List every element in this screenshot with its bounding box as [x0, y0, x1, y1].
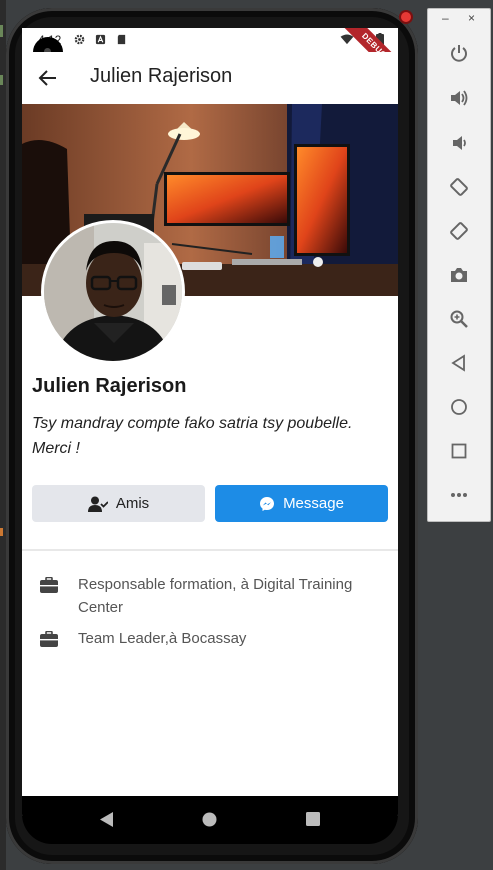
messenger-icon [260, 496, 275, 511]
home-icon[interactable] [445, 393, 473, 421]
profile-avatar[interactable] [41, 220, 185, 364]
message-button-label: Message [283, 495, 344, 512]
briefcase-icon [40, 577, 58, 593]
nav-overview-icon[interactable] [306, 812, 320, 826]
rotate-left-icon[interactable] [445, 173, 473, 201]
user-check-icon [87, 496, 108, 512]
nav-home-icon[interactable] [202, 812, 217, 827]
message-button[interactable]: Message [215, 485, 388, 522]
back-icon[interactable] [445, 349, 473, 377]
record-indicator [401, 12, 411, 22]
arrow-left-icon[interactable] [36, 66, 60, 90]
app-bar: Julien Rajerison [22, 52, 398, 104]
sd-card-icon [117, 34, 126, 45]
volume-up-icon[interactable] [445, 84, 473, 112]
gear-icon [74, 34, 85, 45]
system-nav-bar [22, 796, 398, 844]
code-gutter-mark [0, 75, 3, 85]
page-title: Julien Rajerison [90, 65, 233, 87]
zoom-icon[interactable] [445, 305, 473, 333]
profile-bio: Tsy mandray compte fako satria tsy poube… [32, 415, 353, 457]
minimize-icon[interactable]: – [442, 11, 449, 25]
close-icon[interactable]: × [468, 11, 475, 25]
status-bar: 4:12 DEBUG [22, 28, 398, 85]
info-text: Responsable formation, à Digital Trainin… [78, 576, 353, 616]
app-screen: 4:12 DEBUG [22, 28, 398, 816]
more-icon[interactable] [445, 481, 473, 509]
power-icon[interactable] [445, 39, 473, 67]
camera-icon[interactable] [445, 261, 473, 289]
volume-down-icon[interactable] [445, 129, 473, 157]
overview-icon[interactable] [445, 437, 473, 465]
rotate-right-icon[interactable] [445, 217, 473, 245]
phone-frame: 4:12 DEBUG [6, 8, 418, 864]
font-icon [95, 34, 106, 45]
code-gutter-mark [0, 25, 3, 37]
profile-name: Julien Rajerison [32, 375, 187, 397]
friends-button-label: Amis [115, 495, 150, 512]
emulator-toolbar: – × [427, 8, 491, 522]
info-text: Team Leader,à Bocassay [78, 630, 247, 647]
nav-back-icon[interactable] [100, 812, 114, 827]
section-divider [22, 549, 398, 551]
friends-button[interactable]: Amis [32, 485, 205, 522]
code-gutter-mark [0, 528, 3, 536]
briefcase-icon [40, 631, 58, 647]
